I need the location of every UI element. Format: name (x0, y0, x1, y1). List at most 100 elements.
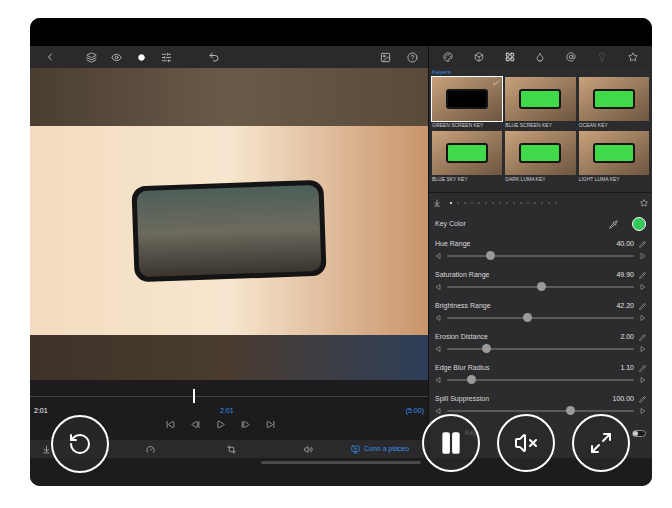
keyer-label: GREEN SCREEN KEY (432, 121, 502, 129)
page-dot[interactable] (492, 202, 494, 204)
save-preset-icon[interactable] (433, 199, 441, 207)
page-dots (450, 202, 557, 204)
edit-icon[interactable] (639, 396, 646, 403)
page-dot[interactable] (478, 202, 480, 204)
edit-icon[interactable] (639, 334, 646, 341)
slider-knob[interactable] (482, 344, 491, 353)
timeline-times: 2:012:01(5:00) (30, 406, 428, 416)
page-dot[interactable] (457, 202, 459, 204)
slider-track[interactable] (447, 286, 634, 288)
step-forward-icon[interactable] (241, 420, 250, 429)
decrease-icon[interactable] (435, 408, 441, 414)
keyer-preset[interactable]: BLUE SCREEN KEY (505, 77, 575, 129)
slider-track[interactable] (447, 317, 634, 319)
increase-icon[interactable] (640, 315, 646, 321)
page-dot[interactable] (464, 202, 466, 204)
page-dot[interactable] (527, 202, 529, 204)
decrease-icon[interactable] (435, 346, 441, 352)
page-dot[interactable] (534, 202, 536, 204)
page-dot[interactable] (450, 202, 452, 204)
keyer-thumbnail (505, 77, 575, 121)
increase-icon[interactable] (640, 253, 646, 259)
page-dot[interactable] (499, 202, 501, 204)
edit-icon[interactable] (639, 241, 646, 248)
slider-track[interactable] (447, 410, 634, 412)
pause-icon (438, 430, 464, 456)
video-preview (30, 68, 428, 380)
dot-icon[interactable] (138, 54, 145, 61)
video-bottom-bar (30, 335, 428, 380)
slider-track[interactable] (447, 348, 634, 350)
slider-track[interactable] (447, 379, 634, 381)
fullscreen-button[interactable] (572, 414, 630, 472)
undo-icon[interactable] (208, 51, 220, 63)
droplet-icon[interactable] (535, 52, 545, 62)
replay-button[interactable] (51, 415, 109, 473)
layers-icon[interactable] (86, 52, 97, 63)
page-dot[interactable] (513, 202, 515, 204)
speed-icon[interactable] (146, 445, 155, 454)
keyer-preset[interactable]: OCEAN KEY (579, 77, 649, 129)
eyedropper-icon[interactable] (609, 220, 618, 229)
decrease-icon[interactable] (435, 253, 441, 259)
monitor-icon[interactable] (351, 445, 360, 454)
keyer-label: BLUE SKY KEY (432, 175, 502, 183)
page-dot[interactable] (548, 202, 550, 204)
slider-track[interactable] (447, 255, 634, 257)
slider-value: 40.00 (616, 239, 634, 250)
keyer-preset[interactable]: LIGHT LUMA KEY (579, 131, 649, 183)
preset-bar (429, 193, 652, 213)
export-icon[interactable] (42, 445, 51, 454)
page-dot[interactable] (541, 202, 543, 204)
edit-icon[interactable] (639, 303, 646, 310)
slider-knob[interactable] (523, 313, 532, 322)
star-icon[interactable] (628, 52, 638, 62)
key-color-swatch[interactable] (632, 217, 646, 231)
keyer-preset[interactable]: DARK LUMA KEY (505, 131, 575, 183)
eye-icon[interactable] (111, 52, 122, 63)
video-top-bar (30, 68, 428, 126)
grid-icon[interactable] (505, 52, 515, 62)
page-dot[interactable] (506, 202, 508, 204)
skip-back-icon[interactable] (166, 420, 175, 429)
page-dot[interactable] (485, 202, 487, 204)
playhead[interactable] (193, 389, 195, 403)
increase-icon[interactable] (640, 377, 646, 383)
help-icon[interactable] (407, 52, 418, 63)
decrease-icon[interactable] (435, 284, 441, 290)
palette-icon[interactable] (443, 52, 453, 62)
play-pause-button[interactable] (422, 414, 480, 472)
edit-icon[interactable] (639, 365, 646, 372)
decrease-icon[interactable] (435, 315, 441, 321)
increase-icon[interactable] (640, 284, 646, 290)
slider-knob[interactable] (537, 282, 546, 291)
back-icon[interactable] (44, 51, 56, 63)
settings-icon[interactable] (161, 52, 172, 63)
step-back-icon[interactable] (191, 420, 200, 429)
favorite-icon[interactable] (640, 199, 648, 207)
connect-link[interactable]: Conn a placeo (364, 444, 409, 455)
bulb-icon[interactable] (597, 52, 607, 62)
edit-icon[interactable] (639, 272, 646, 279)
page-dot[interactable] (471, 202, 473, 204)
image-icon[interactable] (380, 52, 391, 63)
slider-knob[interactable] (467, 375, 476, 384)
at-icon[interactable] (566, 52, 576, 62)
increase-icon[interactable] (640, 346, 646, 352)
page-dot[interactable] (555, 202, 557, 204)
play-icon[interactable] (216, 420, 225, 429)
timeline-track[interactable] (30, 386, 428, 406)
keyer-preset[interactable]: GREEN SCREEN KEY (432, 77, 502, 129)
slider-knob[interactable] (486, 251, 495, 260)
audio-icon[interactable] (304, 445, 313, 454)
key-toggle[interactable] (632, 430, 646, 437)
skip-forward-icon[interactable] (266, 420, 275, 429)
keyer-preset[interactable]: BLUE SKY KEY (432, 131, 502, 183)
slider-knob[interactable] (566, 406, 575, 415)
page-dot[interactable] (520, 202, 522, 204)
decrease-icon[interactable] (435, 377, 441, 383)
increase-icon[interactable] (640, 408, 646, 414)
crop-icon[interactable] (227, 445, 236, 454)
box-icon[interactable] (474, 52, 484, 62)
mute-button[interactable] (497, 414, 555, 472)
